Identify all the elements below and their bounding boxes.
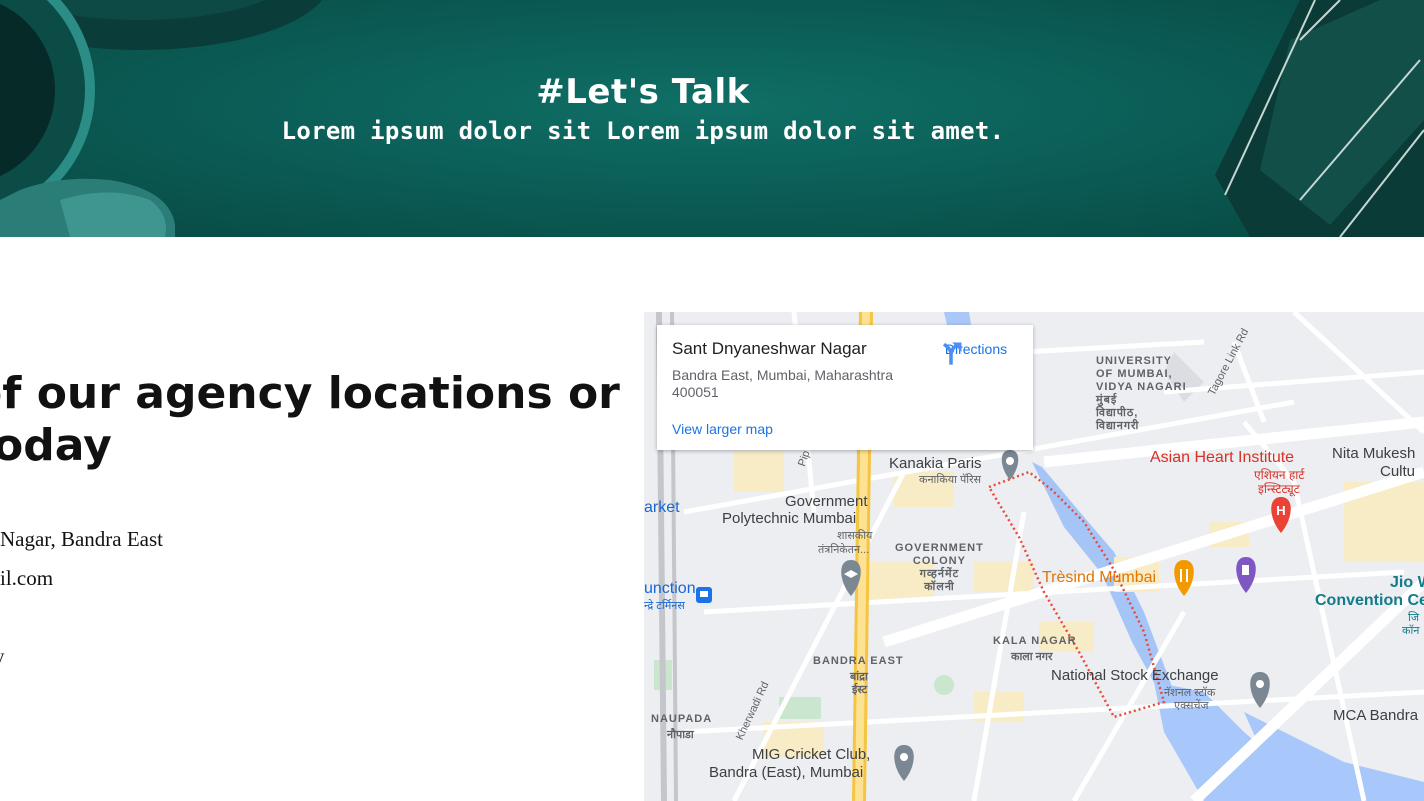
contact-email: il.com [0,566,54,590]
map-label-nita: Cultu [1380,463,1416,480]
map-label-market: arket [644,499,680,516]
map-place-card: Sant Dnyaneshwar Nagar Bandra East, Mumb… [657,325,1033,450]
hospital-icon[interactable]: H [1271,497,1291,533]
train-icon[interactable] [696,587,712,603]
map-label-nita: Nita Mukesh [1332,445,1416,462]
svg-text:H: H [1276,503,1285,518]
place-address: Bandra East, Mumbai, Maharashtra 400051 [672,367,893,400]
map-label-university: UNIVERSITY OF MUMBAI, VIDYA NAGARI मुंबई… [1096,355,1187,432]
directions-icon [942,342,962,365]
contact-headline: of our agency locations or today [0,368,620,472]
pin-icon[interactable] [894,745,914,781]
map-label-kala-nagar: KALA NAGAR [993,635,1077,647]
map-label-jio: Convention Ce [1315,592,1424,609]
map-label-nse: National Stock Exchange [1051,667,1219,684]
map-label-asian-heart-local: इन्स्टिट्यूट [1258,482,1300,496]
map-label-govt-poly: Government [785,493,868,510]
map-label-nse-local: एक्सचेंज [1174,700,1209,712]
hero-banner: #Let's Talk Lorem ipsum dolor sit Lorem … [0,0,1424,237]
map-label-junction: unction [644,580,696,597]
fuel-icon[interactable] [1236,557,1256,593]
directions-button[interactable]: Directions [937,339,1015,365]
view-larger-map-link[interactable]: View larger map [672,421,773,437]
map-label-mig: Bandra (East), Mumbai [709,764,864,781]
hero-subtitle: Lorem ipsum dolor sit Lorem ipsum dolor … [281,117,1005,145]
map-label-junction-local: न्द्रे टर्मिनस [644,600,685,612]
headline-line-2: today [0,420,112,471]
pin-icon[interactable] [1001,450,1019,480]
map-label-govt-poly-local: शासकीय [837,530,873,542]
map-label-naupada: NAUPADA [651,713,713,725]
headline-line-1: of our agency locations or [0,368,620,419]
contact-extra: y [0,644,5,669]
map-label-govt-poly: Polytechnic Mumbai [722,510,857,527]
map-label-kala-nagar-local: काला नगर [1011,651,1053,663]
map-label-asian-heart: Asian Heart Institute [1150,449,1295,466]
map-label-tresind: Trèsind Mumbai [1042,569,1157,586]
map-label-jio-local: कॉन [1402,625,1420,637]
contact-address: Nagar, Bandra East [0,527,164,551]
map-label-mig: MIG Cricket Club, [752,746,871,763]
map-label-govt-colony: GOVERNMENT COLONY गव्हर्नमेंट कॉलनी [895,542,984,593]
map-label-bandra-east: BANDRA EAST [813,655,904,667]
map-label-bandra-east-local: ईस्ट [852,684,868,696]
map-label-jio: Jio W [1390,574,1424,591]
map-label-govt-poly-local: तंत्रनिकेतन... [818,544,870,556]
map-label-mca: MCA Bandra [1333,707,1419,724]
restaurant-icon[interactable] [1174,560,1194,596]
map-label-naupada-local: नौपाडा [667,729,694,741]
map-label-kanakia: Kanakia Paris [889,455,982,472]
hero-title: #Let's Talk [536,72,750,112]
map-label-kanakia-local: कनाकिया पॅरिस [919,474,982,486]
embedded-map[interactable]: H UNIVERSITY OF MUMBAI, VIDYA NAGARI मुं… [644,312,1424,801]
place-name: Sant Dnyaneshwar Nagar [672,339,867,358]
